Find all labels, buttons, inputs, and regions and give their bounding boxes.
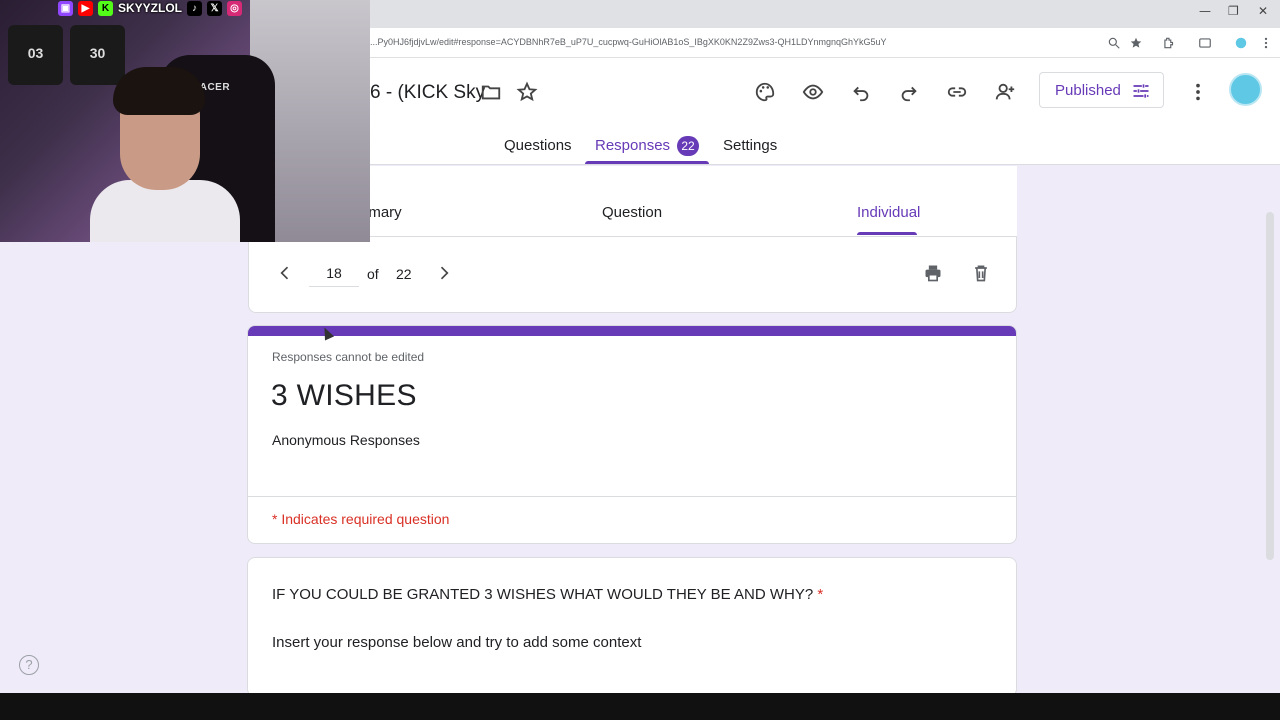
subtab-question[interactable]: Question	[602, 204, 662, 221]
form-description: Anonymous Responses	[272, 432, 420, 448]
tiktok-icon: ♪	[187, 0, 203, 16]
social-bar: ▣ ▶ K SKYYZLOL ♪ 𝕏 ◎	[58, 0, 243, 16]
published-label: Published	[1055, 81, 1121, 99]
link-icon[interactable]	[943, 78, 971, 106]
preview-eye-icon[interactable]	[799, 78, 827, 106]
cast-icon[interactable]	[1196, 34, 1214, 52]
pager-of-label: of	[367, 266, 379, 282]
twitch-icon: ▣	[58, 0, 73, 16]
more-vert-icon[interactable]	[1184, 78, 1212, 106]
kick-icon: K	[98, 0, 113, 16]
question-description: Insert your response below and try to ad…	[272, 634, 642, 651]
folder-icon[interactable]	[477, 78, 505, 106]
undo-icon[interactable]	[847, 78, 875, 106]
question-title: IF YOU COULD BE GRANTED 3 WISHES WHAT WO…	[272, 586, 823, 603]
question-card: IF YOU COULD BE GRANTED 3 WISHES WHAT WO…	[247, 557, 1017, 697]
tune-icon	[1133, 84, 1149, 98]
form-title: 3 WISHES	[271, 379, 417, 412]
url-text[interactable]: ...Py0HJ6fjdjvLw/edit#response=ACYDBNhR7…	[370, 37, 887, 47]
published-button[interactable]: Published	[1039, 72, 1164, 108]
extensions-icon[interactable]	[1160, 34, 1178, 52]
tab-questions[interactable]: Questions	[504, 137, 572, 154]
subtab-individual[interactable]: Individual	[857, 204, 920, 221]
help-icon[interactable]: ?	[19, 655, 39, 675]
restore-button[interactable]: ❐	[1228, 4, 1239, 18]
bookmark-star-icon[interactable]	[1127, 34, 1145, 52]
active-tab-indicator	[585, 161, 709, 164]
form-accent-bar	[248, 326, 1016, 336]
jersey-left: 03	[8, 25, 63, 85]
chevron-right-icon[interactable]	[433, 262, 455, 284]
document-title[interactable]: 6 - (KICK Sky	[370, 82, 485, 104]
question-text: IF YOU COULD BE GRANTED 3 WISHES WHAT WO…	[272, 586, 814, 603]
webcam-overlay: 03 30 S-RACER ▣ ▶ K SKYYZLOL ♪ 𝕏 ◎	[0, 0, 370, 242]
pager-total: 22	[396, 266, 412, 282]
zoom-icon[interactable]	[1105, 34, 1123, 52]
tab-responses[interactable]: Responses	[595, 137, 670, 154]
streamer-name: SKYYZLOL	[118, 1, 183, 15]
palette-icon[interactable]	[751, 78, 779, 106]
tab-settings[interactable]: Settings	[723, 137, 777, 154]
star-icon[interactable]	[513, 78, 541, 106]
form-header-card: Responses cannot be edited 3 WISHES Anon…	[247, 325, 1017, 544]
close-window-button[interactable]: ✕	[1258, 4, 1268, 18]
instagram-icon: ◎	[227, 0, 243, 16]
response-pager: 18 of 22	[248, 237, 1017, 313]
redo-icon[interactable]	[895, 78, 923, 106]
x-icon: 𝕏	[207, 0, 223, 16]
account-avatar[interactable]	[1229, 73, 1262, 106]
youtube-icon: ▶	[78, 0, 93, 16]
streamer	[85, 67, 240, 242]
required-star: *	[817, 586, 824, 603]
browser-menu-icon[interactable]	[1257, 34, 1275, 52]
taskbar-strip	[0, 693, 1280, 720]
required-note: * Indicates required question	[272, 511, 450, 527]
cannot-edit-notice: Responses cannot be edited	[272, 350, 425, 364]
response-number-input[interactable]: 18	[309, 259, 359, 287]
active-subtab-indicator	[857, 232, 917, 235]
minimize-button[interactable]: —	[1199, 4, 1211, 18]
page-scrollbar[interactable]	[1266, 212, 1274, 560]
profile-icon[interactable]	[1232, 34, 1250, 52]
print-icon[interactable]	[922, 262, 944, 284]
responses-count-badge: 22	[677, 136, 699, 156]
delete-icon[interactable]	[970, 262, 992, 284]
chevron-left-icon[interactable]	[274, 262, 296, 284]
divider	[248, 496, 1016, 497]
add-collaborator-icon[interactable]	[991, 78, 1019, 106]
